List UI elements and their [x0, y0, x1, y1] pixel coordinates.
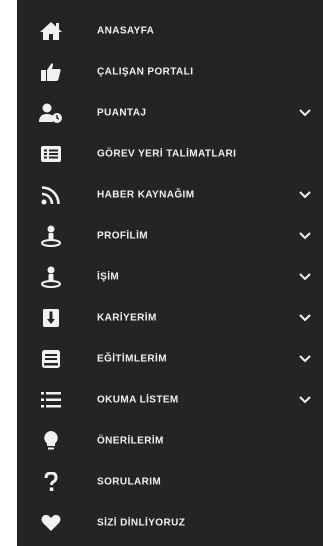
- chevron-down-icon[interactable]: [299, 395, 311, 404]
- question-icon: [39, 470, 63, 494]
- menu-item-label: SORULARIM: [97, 476, 162, 487]
- chevron-down-icon[interactable]: [299, 190, 311, 199]
- chevron-down-icon[interactable]: [299, 272, 311, 281]
- menu-item-label: OKUMA LİSTEM: [97, 394, 179, 405]
- book-icon: [39, 347, 63, 371]
- menu-item-label: İŞİM: [97, 271, 120, 282]
- menu-item-label: ANASAYFA: [97, 25, 155, 36]
- menu-item-label: EĞİTİMLERİM: [97, 353, 167, 364]
- home-icon: [39, 19, 63, 43]
- menu-item-label: SİZİ DİNLİYORUZ: [97, 517, 186, 528]
- menu-item-kariyerim[interactable]: KARİYERİM: [17, 297, 323, 338]
- menu-item-okuma-listem[interactable]: OKUMA LİSTEM: [17, 379, 323, 420]
- sidebar-menu: ANASAYFA ÇALIŞAN PORTALI PUANTAJ GÖREV Y…: [17, 0, 323, 546]
- menu-item-onerilerim[interactable]: ÖNERİLERİM: [17, 420, 323, 461]
- thumbs-up-icon: [39, 60, 63, 84]
- menu-item-label: ÖNERİLERİM: [97, 435, 164, 446]
- menu-item-label: KARİYERİM: [97, 312, 157, 323]
- chevron-down-icon[interactable]: [299, 313, 311, 322]
- menu-item-profilim[interactable]: PROFİLİM: [17, 215, 323, 256]
- menu-item-anasayfa[interactable]: ANASAYFA: [17, 10, 323, 51]
- chevron-down-icon[interactable]: [299, 231, 311, 240]
- chevron-down-icon[interactable]: [299, 354, 311, 363]
- heart-icon: [39, 511, 63, 535]
- person-icon: [39, 224, 63, 248]
- menu-item-isim[interactable]: İŞİM: [17, 256, 323, 297]
- menu-item-gorev-yeri-talimatlari[interactable]: GÖREV YERİ TALİMATLARI: [17, 133, 323, 174]
- lightbulb-icon: [39, 429, 63, 453]
- menu-item-sizi-dinliyoruz[interactable]: SİZİ DİNLİYORUZ: [17, 502, 323, 543]
- menu-item-label: PUANTAJ: [97, 107, 147, 118]
- user-clock-icon: [39, 101, 63, 125]
- list-icon: [39, 388, 63, 412]
- menu-item-label: PROFİLİM: [97, 230, 148, 241]
- menu-item-label: GÖREV YERİ TALİMATLARI: [97, 148, 237, 159]
- menu-item-haber-kaynagim[interactable]: HABER KAYNAĞIM: [17, 174, 323, 215]
- menu-item-puantaj[interactable]: PUANTAJ: [17, 92, 323, 133]
- menu-item-calisan-portali[interactable]: ÇALIŞAN PORTALI: [17, 51, 323, 92]
- ladder-icon: [39, 306, 63, 330]
- person-icon: [39, 265, 63, 289]
- chevron-down-icon[interactable]: [299, 108, 311, 117]
- menu-item-label: ÇALIŞAN PORTALI: [97, 66, 194, 77]
- menu-item-label: HABER KAYNAĞIM: [97, 189, 195, 200]
- menu-item-egitimlerim[interactable]: EĞİTİMLERİM: [17, 338, 323, 379]
- list-card-icon: [39, 142, 63, 166]
- rss-icon: [39, 183, 63, 207]
- menu-item-sorularim[interactable]: SORULARIM: [17, 461, 323, 502]
